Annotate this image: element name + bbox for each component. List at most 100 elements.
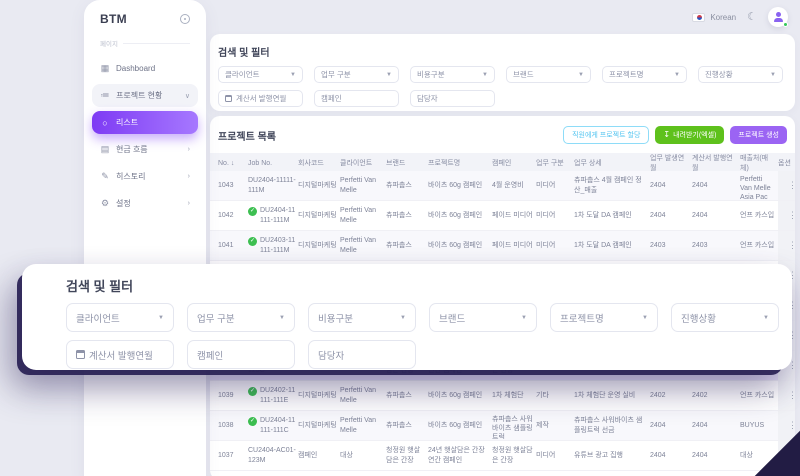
cost-type-filter-label: 비용구분 — [417, 70, 445, 79]
calendar-icon — [76, 350, 85, 359]
cell-options: ⋮ — [778, 381, 795, 410]
invoice-month-input[interactable]: 계산서 발행연월 — [66, 340, 174, 369]
language-label: Korean — [710, 12, 737, 22]
cell-no: 1037 — [218, 451, 234, 459]
brand-filter-dropdown[interactable]: 브랜드 ▼ — [429, 303, 537, 332]
table-row[interactable]: 1042 ✓ DU2404-11111-111M 디지털마케팅 Perfetti Van… — [210, 201, 795, 231]
cell-invoice-month: 2403 — [692, 241, 708, 249]
chevron-right-icon: › — [187, 173, 190, 180]
cell-job-no: ✓ DU2402-11111-111E — [248, 383, 296, 407]
table-row[interactable]: 1043 DU2404-11111-111M 디지털마케팅 Perfetti Van … — [210, 171, 795, 201]
table-header: No. ↓ Job No. 회사코드 클라이언트 브랜드 프로젝트명 캠페인 업무 구분 업무 상… — [210, 153, 795, 172]
cell-work-month: 2403 — [650, 241, 666, 249]
cell-work-type: 미디어 — [536, 451, 556, 459]
status-filter-label: 진행상황 — [681, 313, 716, 325]
status-filter-dropdown[interactable]: 진행상황 ▼ — [671, 303, 779, 332]
work-type-filter-dropdown[interactable]: 업무 구분 ▼ — [187, 303, 295, 332]
topbar: Korean ☾ — [692, 7, 788, 27]
table-row[interactable]: 1039 ✓ DU2402-11111-111E 디지털마케팅 Perfetti Van… — [210, 381, 795, 411]
sidebar-item-label: 히스토리 — [116, 172, 146, 181]
sidebar-item-history[interactable]: ✎ 히스토리 › — [92, 165, 198, 188]
chevron-down-icon: ▼ — [482, 71, 488, 78]
cell-project: 바이츠 60g 캠페인 — [428, 421, 483, 429]
cell-work-month: 2404 — [650, 421, 666, 429]
kebab-menu-icon[interactable]: ⋮ — [788, 390, 795, 402]
invoice-month-placeholder: 계산서 발행연월 — [236, 94, 287, 103]
cell-campaign: 청정원 햇살담은 간장 — [492, 447, 533, 464]
cell-campaign: 4월 운영비 — [492, 181, 524, 189]
kebab-menu-icon[interactable]: ⋮ — [788, 180, 795, 192]
cell-work-detail: 유튜브 광고 집행 — [574, 451, 623, 459]
sidebar-item-project-status[interactable]: ≔ 프로젝트 현황 ∨ — [92, 84, 198, 107]
cell-client: Perfetti Van Melle — [340, 207, 377, 224]
client-filter-dropdown[interactable]: 클라이언트 ▼ — [66, 303, 174, 332]
cell-options: ⋮ — [778, 411, 795, 440]
overlay-title: 검색 및 필터 — [66, 279, 134, 294]
project-name-filter-dropdown[interactable]: 프로젝트명 ▼ — [550, 303, 658, 332]
cell-campaign: 페이드 미디어 — [492, 211, 533, 219]
work-type-filter-dropdown[interactable]: 업무 구분 ▼ — [314, 66, 399, 83]
sidebar-item-settings[interactable]: ⚙ 설정 › — [92, 192, 198, 215]
cell-options: ⋮ — [778, 231, 795, 260]
chevron-right-icon: › — [187, 200, 190, 207]
table-row[interactable]: 1038 ✓ DU2404-11111-111C 디지털마케팅 Perfetti Van… — [210, 411, 795, 441]
chevron-down-icon: ▼ — [578, 71, 584, 78]
check-icon: ✓ — [248, 207, 257, 217]
user-avatar[interactable] — [768, 7, 788, 27]
invoice-month-input[interactable]: 계산서 발행연월 — [218, 90, 303, 107]
app-brand: BTM — [100, 12, 127, 26]
cell-job-no: ✓ DU2404-11111-111M — [248, 203, 296, 227]
dark-mode-icon[interactable]: ☾ — [747, 11, 757, 23]
cell-brand: 츄파춥스 — [386, 421, 412, 429]
language-switcher[interactable]: Korean — [692, 12, 737, 22]
manager-input[interactable]: 담당자 — [308, 340, 416, 369]
campaign-input[interactable]: 캠페인 — [187, 340, 295, 369]
cell-company: 디지털마케팅 — [298, 181, 337, 189]
cell-options: ⋮ — [778, 201, 795, 230]
campaign-input[interactable]: 캠페인 — [314, 90, 399, 107]
cell-invoice-month: 2404 — [692, 451, 708, 459]
gear-icon: ⚙ — [100, 198, 110, 208]
table-row[interactable]: 1041 ✓ DU2403-11111-111M 디지털마케팅 Perfetti Van… — [210, 231, 795, 261]
brand-filter-dropdown[interactable]: 브랜드 ▼ — [506, 66, 591, 83]
chevron-down-icon: ∨ — [184, 92, 190, 100]
kebab-menu-icon[interactable]: ⋮ — [788, 240, 795, 252]
cell-client: Perfetti Van Melle — [340, 177, 377, 194]
cell-job-no: ✓ DU2404-11111-111C — [248, 413, 296, 437]
cell-work-detail: 1차 도달 DA 캠페인 — [574, 241, 632, 249]
project-name-filter-dropdown[interactable]: 프로젝트명 ▼ — [602, 66, 687, 83]
cell-work-detail: 1차 체험단 운영 실비 — [574, 391, 636, 399]
cost-type-filter-dropdown[interactable]: 비용구분 ▼ — [308, 303, 416, 332]
cell-brand: 츄파춥스 — [386, 181, 412, 189]
assign-project-button[interactable]: 직원에게 프로젝트 할당 — [563, 126, 650, 144]
table-row[interactable]: 1037 CU2404-AC01-123M 캠페인 대상 청정원 햇살담은 간장 24년 … — [210, 441, 795, 471]
column-header-work_type: 업무 구분 — [536, 160, 564, 167]
sidebar-item-cash-flow[interactable]: ▤ 현금 흐름 › — [92, 138, 198, 161]
sidebar: BTM 페이지 ▦ Dashboard ≔ 프로젝트 현황 ∨ ○ 리스트 ▤ 현금 흐름 › ✎ 히… — [84, 0, 206, 476]
sidebar-item-list[interactable]: ○ 리스트 — [92, 111, 198, 134]
sidebar-item-label: 프로젝트 현황 — [116, 91, 163, 100]
cell-campaign: 츄파춥스 사워바이츠 샘플링트럭 — [492, 416, 533, 439]
kebab-menu-icon[interactable]: ⋮ — [788, 210, 795, 222]
client-filter-dropdown[interactable]: 클라이언트 ▼ — [218, 66, 303, 83]
download-excel-button[interactable]: ↧ 내려받기(엑셀) — [655, 126, 725, 144]
job-no-text: DU2402-11111-111E — [260, 387, 296, 404]
kebab-menu-icon[interactable]: ⋮ — [788, 420, 795, 432]
invoice-month-placeholder: 계산서 발행연월 — [89, 350, 153, 362]
cell-brand: 츄파춥스 — [386, 241, 412, 249]
cell-project: 24년 햇살담은 간장 연간 캠페인 — [428, 447, 485, 464]
column-header-project: 프로젝트명 — [428, 160, 461, 167]
sidebar-collapse-icon[interactable] — [180, 14, 190, 24]
download-excel-label: 내려받기(엑셀) — [673, 132, 717, 139]
online-status-dot — [783, 22, 788, 27]
sidebar-item-dashboard[interactable]: ▦ Dashboard — [92, 57, 198, 80]
manager-input[interactable]: 담당자 — [410, 90, 495, 107]
create-project-button[interactable]: 프로젝트 생성 — [730, 126, 787, 144]
cell-no: 1038 — [218, 421, 234, 429]
column-header-brand: 브랜드 — [386, 160, 406, 167]
status-filter-dropdown[interactable]: 진행상황 ▼ — [698, 66, 783, 83]
chevron-down-icon: ▼ — [158, 314, 164, 321]
cell-campaign: 페이드 미디어 — [492, 241, 533, 249]
cell-client: Perfetti Van Melle — [340, 417, 377, 434]
cost-type-filter-dropdown[interactable]: 비용구분 ▼ — [410, 66, 495, 83]
